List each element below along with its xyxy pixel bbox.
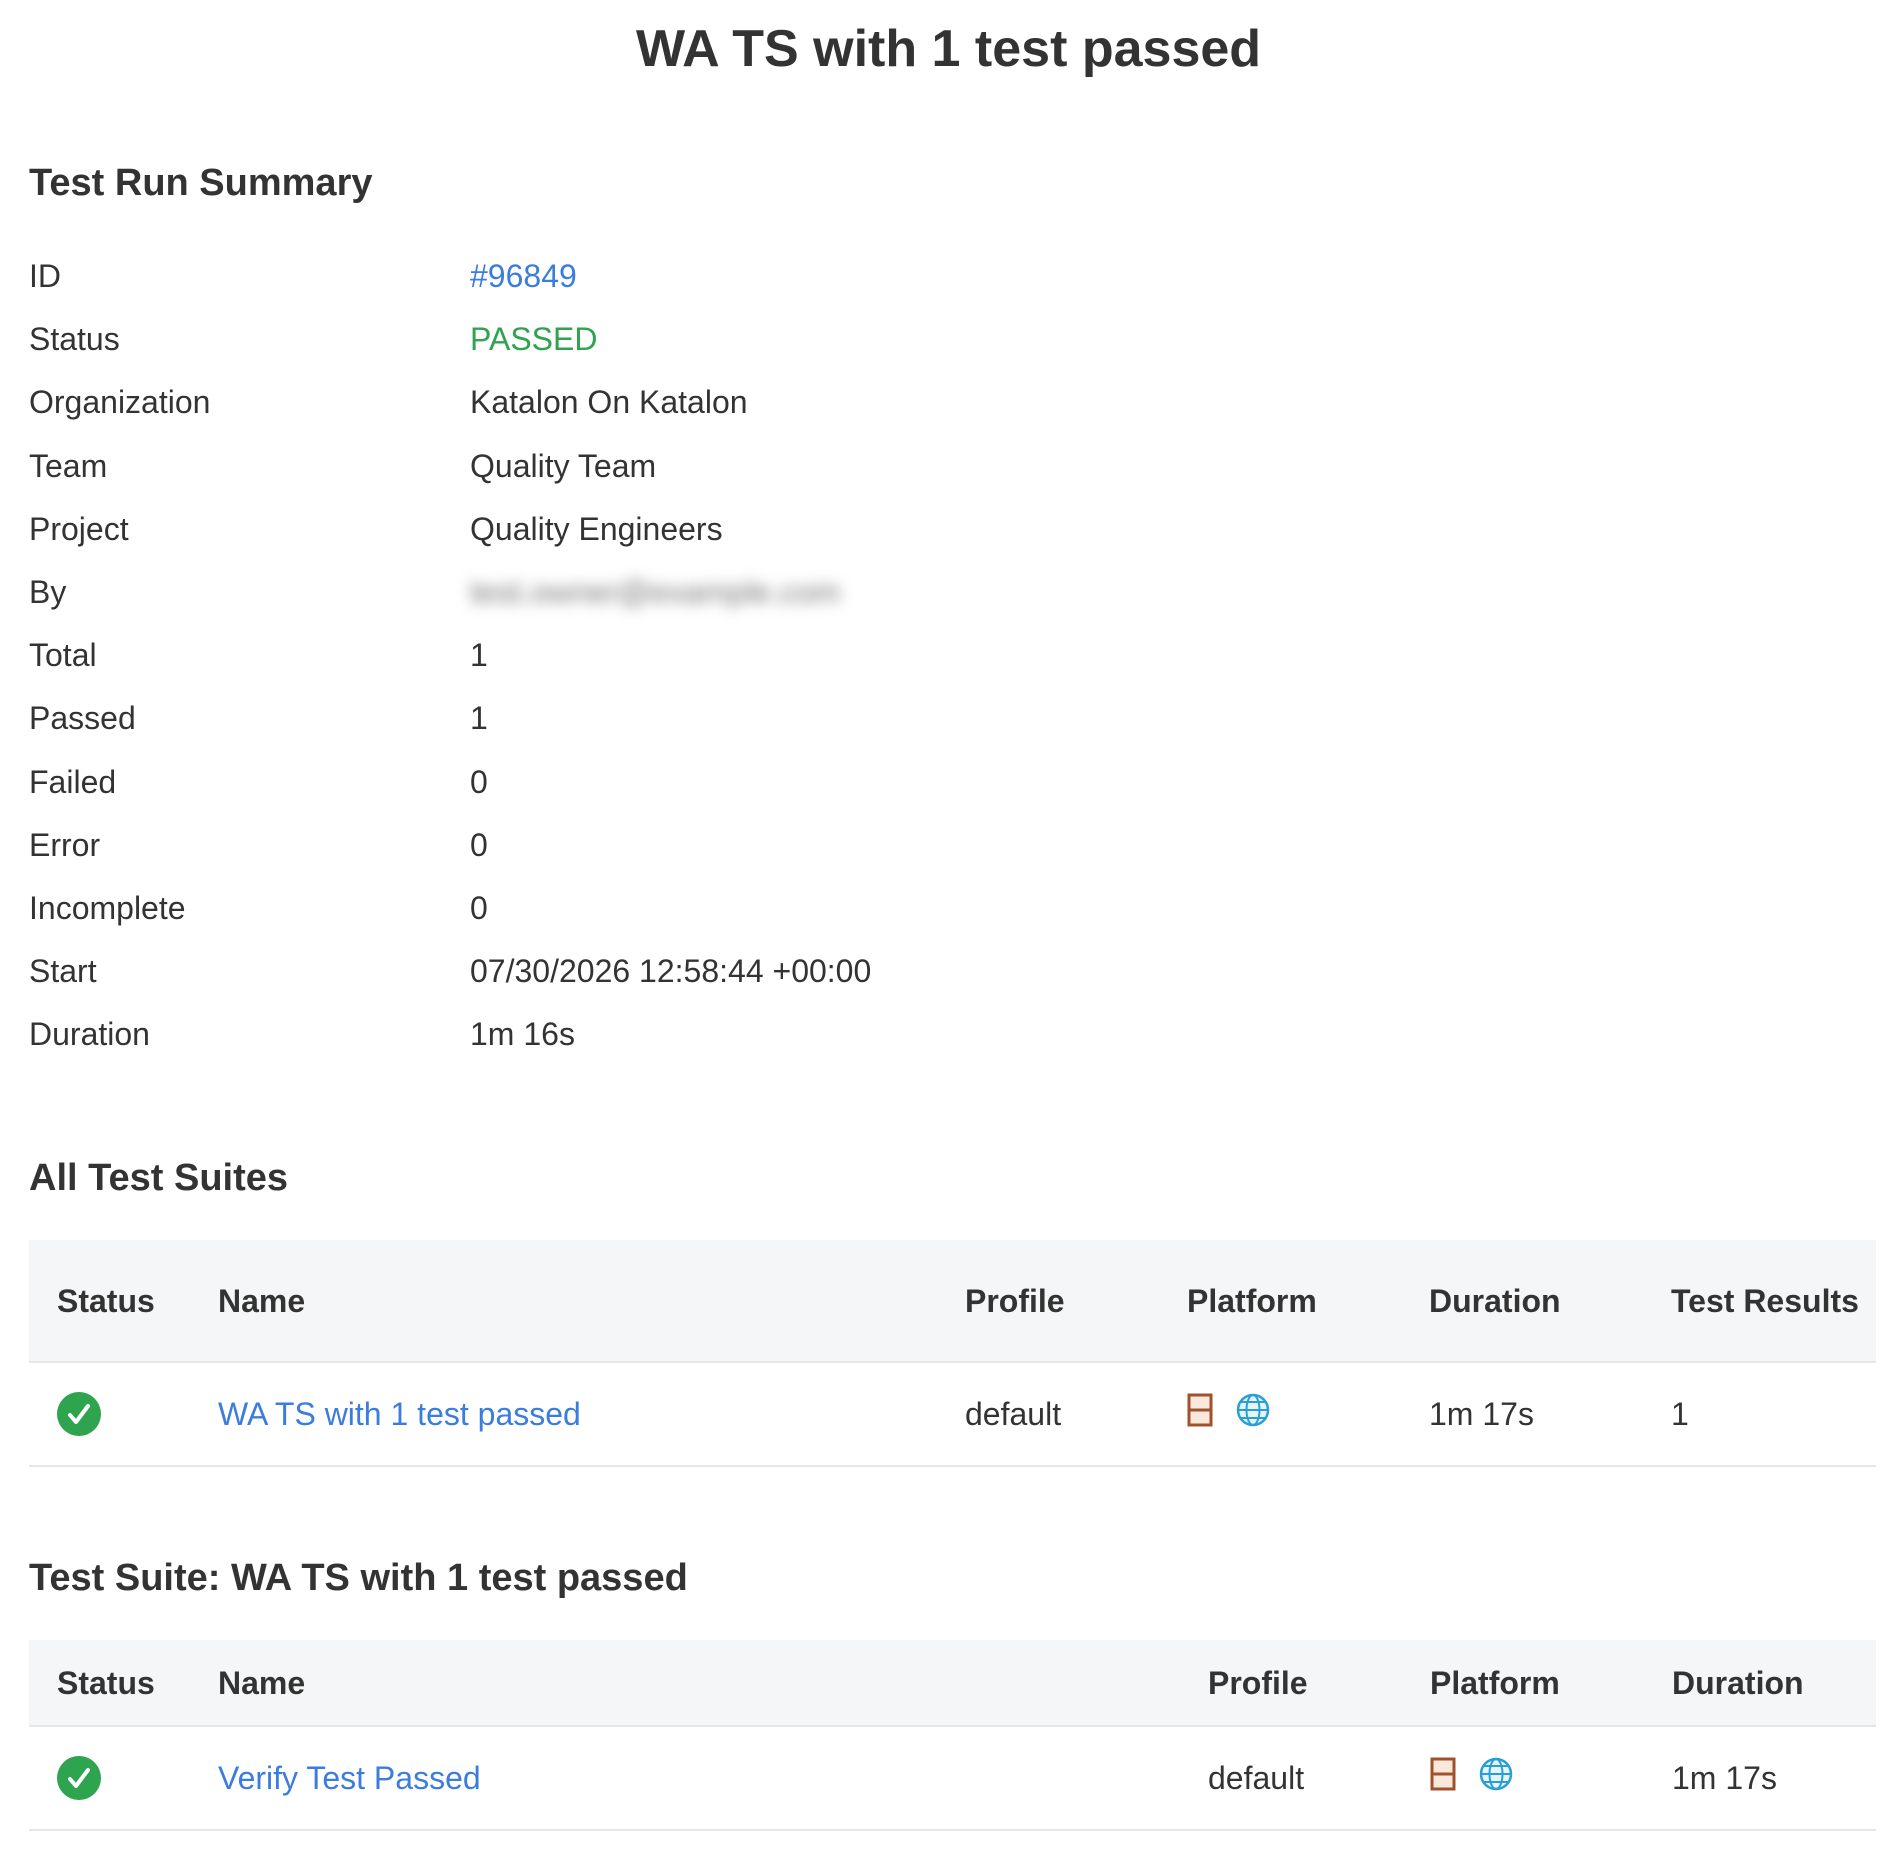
check-circle-icon	[57, 1756, 101, 1800]
summary-label: Total	[29, 637, 97, 674]
user-email-redacted: test.owner@example.com	[470, 573, 841, 610]
status-cell	[29, 1362, 190, 1467]
run-id-link[interactable]: #96849	[470, 248, 577, 304]
summary-label: Duration	[29, 1016, 150, 1053]
check-circle-icon	[57, 1392, 101, 1436]
table-row: Verify Test Passed default 1m 17s	[29, 1726, 1876, 1831]
test-results-cell: 1	[1643, 1362, 1876, 1467]
duration-value: 1m 16s	[470, 1016, 575, 1053]
suites-heading: All Test Suites	[29, 1157, 289, 1199]
summary-heading: Test Run Summary	[29, 162, 373, 204]
column-header-duration: Duration	[1401, 1240, 1643, 1363]
summary-row-team: Team Quality Team	[29, 438, 1869, 501]
error-value: 0	[470, 826, 488, 863]
passed-value: 1	[470, 700, 488, 737]
summary-row-total: Total 1	[29, 627, 1869, 690]
table-header-row: Status Name Profile Platform Duration	[29, 1640, 1876, 1727]
summary-label: Passed	[29, 700, 136, 737]
summary-label: By	[29, 573, 67, 610]
globe-icon	[1478, 1756, 1514, 1800]
platform-cell	[1402, 1726, 1644, 1831]
by-value-wrapper: test.owner@example.com	[470, 564, 840, 620]
suite-name-link[interactable]: WA TS with 1 test passed	[190, 1362, 937, 1467]
failed-value: 0	[470, 763, 488, 800]
summary-label: Incomplete	[29, 889, 186, 926]
report-page: WA TS with 1 test passed Test Run Summar…	[0, 0, 1897, 1850]
suite-detail-heading: Test Suite: WA TS with 1 test passed	[29, 1557, 688, 1599]
summary-row-incomplete: Incomplete 0	[29, 880, 1869, 943]
column-header-name: Name	[190, 1240, 937, 1363]
status-value: PASSED	[470, 321, 598, 358]
profile-cell: default	[937, 1362, 1159, 1467]
summary-row-passed: Passed 1	[29, 690, 1869, 753]
column-header-profile: Profile	[937, 1240, 1159, 1363]
globe-icon	[1235, 1392, 1271, 1436]
column-header-profile: Profile	[1180, 1640, 1402, 1727]
platform-cell	[1159, 1362, 1401, 1467]
column-header-status: Status	[29, 1640, 190, 1727]
test-case-name-link[interactable]: Verify Test Passed	[190, 1726, 1180, 1831]
column-header-status: Status	[29, 1240, 190, 1363]
team-value: Quality Team	[470, 447, 657, 484]
total-value: 1	[470, 637, 488, 674]
summary-row-error: Error 0	[29, 817, 1869, 880]
column-header-test-results: Test Results	[1643, 1240, 1876, 1363]
column-header-platform: Platform	[1402, 1640, 1644, 1727]
summary-row-id: ID #96849	[29, 248, 1869, 311]
summary-row-by: By test.owner@example.com	[29, 564, 1869, 627]
window-icon	[1187, 1393, 1213, 1435]
summary-label: ID	[29, 258, 61, 294]
summary-row-status: Status PASSED	[29, 311, 1869, 374]
summary-label: Team	[29, 447, 108, 484]
table-row: WA TS with 1 test passed default 1m 17s …	[29, 1362, 1876, 1467]
window-icon	[1430, 1757, 1456, 1799]
page-title: WA TS with 1 test passed	[635, 20, 1262, 78]
suites-table: Status Name Profile Platform Duration Te…	[29, 1240, 1876, 1467]
summary-row-project: Project Quality Engineers	[29, 501, 1869, 564]
summary-label: Project	[29, 510, 129, 547]
start-value: 07/30/2026 12:58:44 +00:00	[470, 953, 872, 990]
summary-label: Error	[29, 826, 101, 863]
summary-list: ID #96849 Status PASSED Organization Kat…	[29, 248, 1869, 1069]
table-header-row: Status Name Profile Platform Duration Te…	[29, 1240, 1876, 1363]
summary-row-failed: Failed 0	[29, 754, 1869, 817]
profile-cell: default	[1180, 1726, 1402, 1831]
incomplete-value: 0	[470, 889, 488, 926]
suite-detail-table: Status Name Profile Platform Duration Ve…	[29, 1640, 1876, 1831]
project-value: Quality Engineers	[470, 510, 723, 547]
organization-value: Katalon On Katalon	[470, 384, 748, 421]
summary-label: Status	[29, 321, 120, 358]
status-cell	[29, 1726, 190, 1831]
column-header-duration: Duration	[1644, 1640, 1876, 1727]
duration-cell: 1m 17s	[1401, 1362, 1643, 1467]
column-header-name: Name	[190, 1640, 1180, 1727]
column-header-platform: Platform	[1159, 1240, 1401, 1363]
summary-label: Failed	[29, 763, 117, 800]
summary-row-duration: Duration 1m 16s	[29, 1006, 1869, 1069]
summary-label: Start	[29, 953, 97, 990]
summary-row-organization: Organization Katalon On Katalon	[29, 374, 1869, 437]
duration-cell: 1m 17s	[1644, 1726, 1876, 1831]
summary-row-start: Start 07/30/2026 12:58:44 +00:00	[29, 943, 1869, 1006]
summary-label: Organization	[29, 384, 211, 421]
